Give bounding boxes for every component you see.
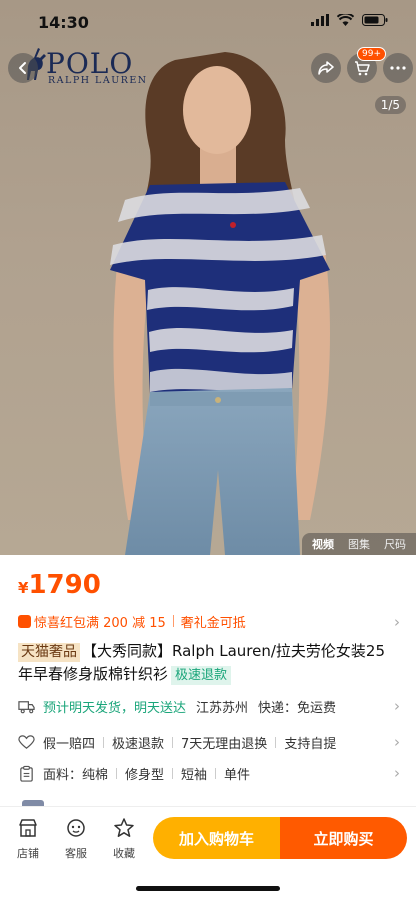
customer-service-icon (67, 819, 85, 837)
price-currency: ¥ (18, 579, 29, 597)
promo-row[interactable]: 惊喜红包满 200 减 15 奢礼金可抵 › (18, 612, 400, 631)
delivery-estimate: 预计明天发货，明天送达 (43, 700, 187, 716)
service-label: 客服 (65, 847, 87, 860)
guarantee-item: 支持自提 (284, 736, 337, 752)
more-dots-icon (390, 66, 406, 70)
media-tabs: 视频 图集 尺码 (302, 533, 416, 555)
signal-icon (311, 14, 329, 26)
store-label: 店铺 (17, 847, 39, 860)
chevron-right-icon: › (394, 697, 400, 715)
divider (215, 767, 217, 779)
wifi-icon (337, 14, 354, 26)
status-bar: 14:30 (0, 0, 416, 44)
chevron-right-icon: › (394, 764, 400, 782)
cart-badge: 99+ (357, 47, 386, 61)
cart-icon (355, 60, 370, 75)
tab-video[interactable]: 视频 (312, 536, 334, 552)
clipboard-icon (20, 765, 33, 782)
favorite-label: 收藏 (113, 847, 135, 860)
add-to-cart-button[interactable]: 加入购物车 (153, 817, 280, 859)
brand-logo: POLO RALPH LAUREN (24, 44, 146, 88)
guarantee-item: 假一赔四 (43, 736, 96, 752)
battery-icon (362, 14, 388, 26)
tab-gallery[interactable]: 图集 (348, 536, 370, 552)
brand-subtitle: RALPH LAUREN (48, 75, 148, 86)
shipping-fee: 快递：免运费 (258, 700, 337, 716)
share-icon (318, 61, 334, 75)
divider (172, 767, 174, 779)
home-indicator (136, 886, 280, 891)
cart-button[interactable]: 99+ (347, 47, 386, 83)
more-button[interactable] (383, 53, 413, 83)
guarantee-row[interactable]: 假一赔四 极速退款 7天无理由退换 支持自提 › (18, 732, 400, 752)
star-icon (114, 818, 134, 837)
shield-heart-icon (18, 734, 35, 749)
attribute-item: 单件 (224, 767, 251, 783)
promo-gift: 奢礼金可抵 (180, 615, 246, 631)
attribute-item: 短袖 (181, 767, 208, 783)
promo-divider (172, 615, 174, 627)
chevron-right-icon: › (394, 733, 400, 751)
fast-refund-tag: 极速退款 (171, 666, 232, 685)
share-button[interactable] (311, 53, 341, 83)
divider (116, 767, 118, 779)
guarantee-item: 7天无理由退换 (181, 736, 268, 752)
guarantee-item: 极速退款 (112, 736, 165, 752)
product-title: 天猫奢品 【大秀同款】Ralph Lauren/拉夫劳伦女装25年早春修身版棉针织… (18, 640, 386, 686)
service-button[interactable]: 客服 (56, 817, 96, 861)
status-time: 14:30 (38, 13, 89, 32)
attributes-row[interactable]: 面料：纯棉 修身型 短袖 单件 › (18, 763, 400, 783)
promo-offer: 惊喜红包满 200 减 15 (34, 615, 166, 631)
store-button[interactable]: 店铺 (8, 817, 48, 861)
image-counter: 1/5 (374, 96, 406, 114)
price-value: 1790 (28, 570, 101, 600)
store-icon (19, 819, 37, 837)
chevron-left-icon (19, 62, 26, 74)
chevron-right-icon: › (394, 613, 400, 631)
price: ¥1790 (18, 570, 101, 600)
divider (103, 736, 105, 748)
back-button[interactable] (8, 53, 38, 83)
tab-size[interactable]: 尺码 (384, 536, 406, 552)
attribute-item: 修身型 (125, 767, 165, 783)
attribute-item: 面料：纯棉 (43, 767, 109, 783)
truck-icon (18, 700, 35, 713)
tmall-luxury-tag: 天猫奢品 (18, 643, 80, 662)
favorite-button[interactable]: 收藏 (104, 817, 144, 861)
shipping-origin: 江苏苏州 (196, 700, 249, 716)
buy-now-button[interactable]: 立即购买 (280, 817, 407, 859)
red-packet-icon (18, 614, 31, 628)
shipping-row[interactable]: 预计明天发货，明天送达 江苏苏州 快递：免运费 › (18, 696, 400, 716)
divider (172, 736, 174, 748)
divider (275, 736, 277, 748)
product-image[interactable]: 14:30 POLO RALPH LAUREN 99+ 1/5 视频 图集 尺码 (0, 0, 416, 555)
